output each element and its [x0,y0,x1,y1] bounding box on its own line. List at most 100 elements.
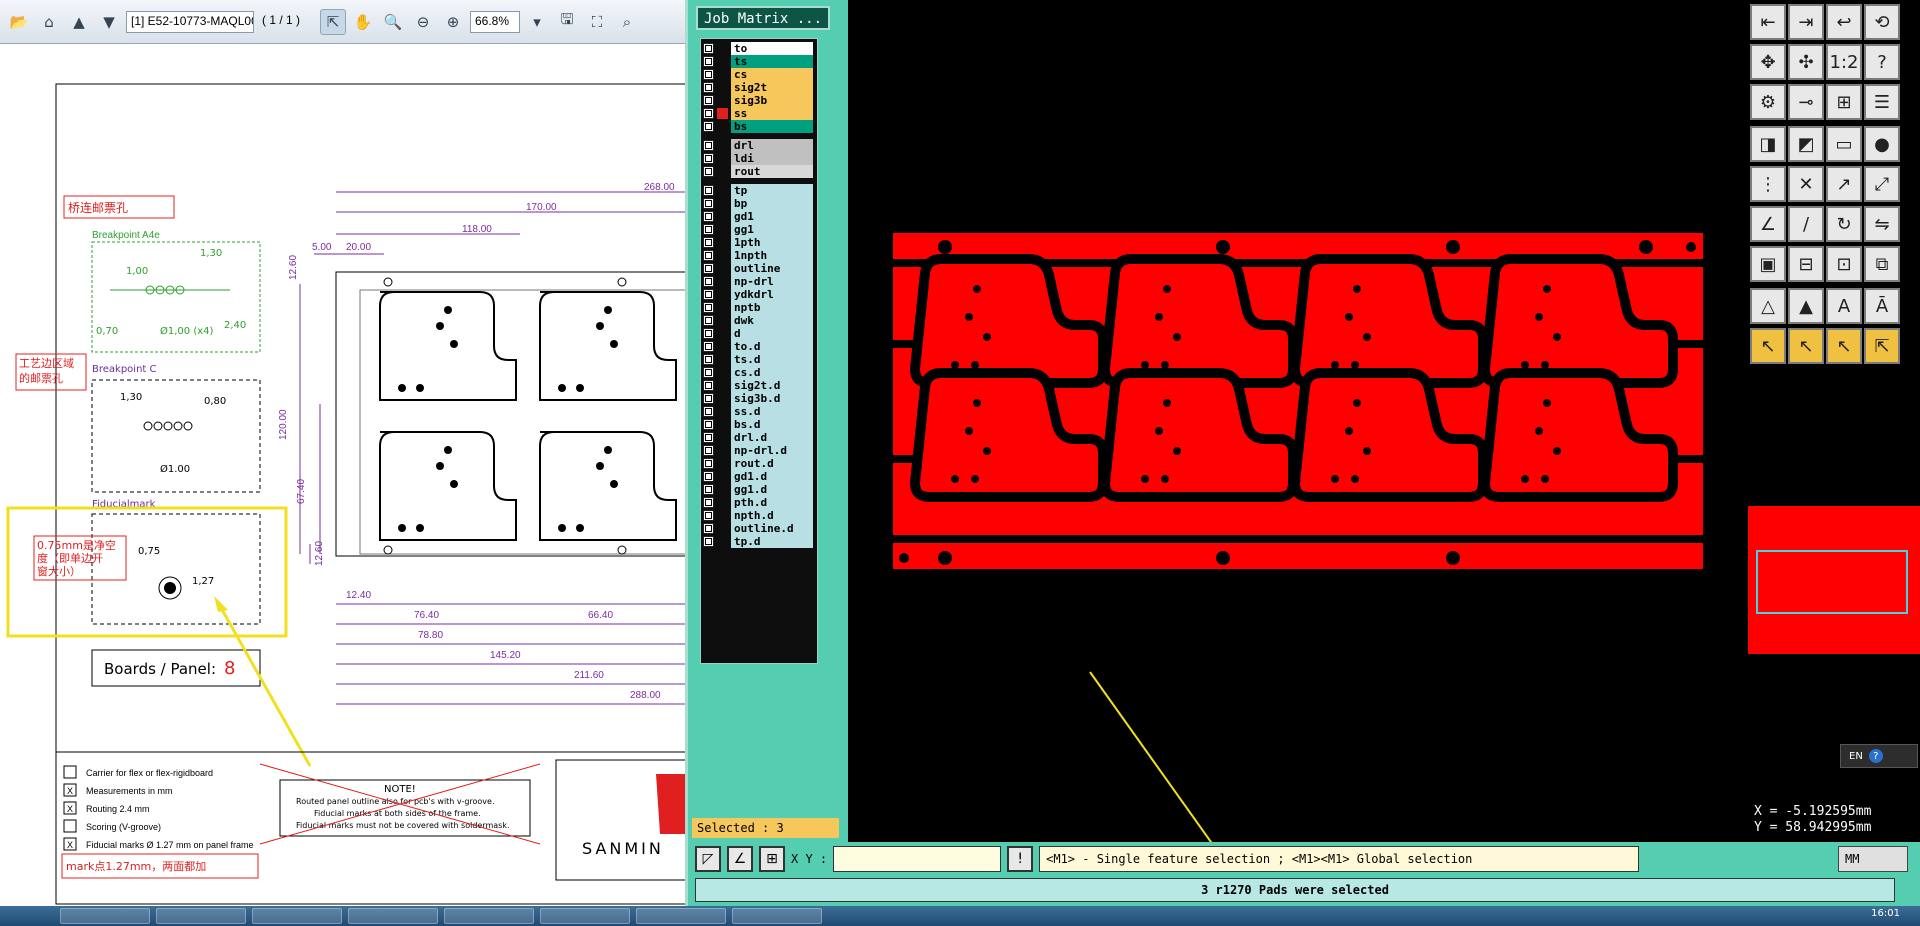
help-button[interactable]: ? [1864,44,1900,80]
pcb-unit[interactable] [1485,259,1673,383]
select-tool-icon[interactable]: ⇱ [320,9,346,35]
split-icon[interactable]: ⊟ [1788,246,1824,282]
layer-select-slot[interactable] [717,341,728,352]
layer-name[interactable]: gd1.d [731,470,813,483]
pcb-unit[interactable] [915,373,1103,497]
layer-select-slot[interactable] [717,43,728,54]
pcb-hole[interactable] [951,475,959,483]
pcb-hole[interactable] [983,333,991,341]
panel-icon[interactable]: ▣ [1750,246,1786,282]
layer-row-cs-d[interactable]: cs.d [703,365,813,379]
next-page-icon[interactable]: ▼ [96,9,122,35]
layer-checkbox[interactable] [703,393,714,404]
pcb-hole[interactable] [1163,399,1171,407]
layer-row-drl-d[interactable]: drl.d [703,430,813,444]
layer-checkbox[interactable] [703,198,714,209]
layer-checkbox[interactable] [703,276,714,287]
scale-button[interactable]: 1:2 [1826,44,1862,80]
layer-name[interactable]: tp [731,184,813,197]
zoom-field[interactable]: 66.8% [470,11,520,33]
language-indicator[interactable]: EN ? [1840,744,1918,768]
pcb-hole[interactable] [1553,333,1561,341]
layer-checkbox[interactable] [703,458,714,469]
pcb-hole[interactable] [1541,475,1549,483]
angle-icon[interactable]: ∠ [1750,206,1786,242]
layer-checkbox[interactable] [703,471,714,482]
layer-select-slot[interactable] [717,484,728,495]
pcb-hole[interactable] [1351,475,1359,483]
pcb-unit[interactable] [1105,259,1293,383]
layer-select-slot[interactable] [717,153,728,164]
pcb-hole[interactable] [1553,447,1561,455]
layer-select-slot[interactable] [717,432,728,443]
layer-row-np-drl-d[interactable]: np-drl.d [703,443,813,457]
layer-checkbox[interactable] [703,224,714,235]
pad-icon[interactable]: ● [1864,126,1900,162]
layer-row-sig2t[interactable]: sig2t [703,80,813,94]
open-icon[interactable]: 📂 [6,9,32,35]
layer-select-slot[interactable] [717,406,728,417]
layer-checkbox[interactable] [703,140,714,151]
help-circle-icon[interactable]: ? [1869,749,1883,763]
layer-name[interactable]: drl [731,139,813,152]
layer-row-sig2t-d[interactable]: sig2t.d [703,378,813,392]
layer-name[interactable]: gg1 [731,223,813,236]
layer-row-1npth[interactable]: 1npth [703,248,813,262]
layer-row-np-drl[interactable]: np-drl [703,274,813,288]
layer-name[interactable]: npth.d [731,509,813,522]
layer-checkbox[interactable] [703,166,714,177]
pcb-hole[interactable] [1141,475,1149,483]
layer-name[interactable]: d [731,327,813,340]
layer-name[interactable]: nptb [731,301,813,314]
pcb-hole[interactable] [1345,313,1353,321]
layer-checkbox[interactable] [703,153,714,164]
layer-checkbox[interactable] [703,432,714,443]
layer-select-slot[interactable] [717,69,728,80]
layer-row-bs-d[interactable]: bs.d [703,417,813,431]
copy-feature-icon[interactable]: ⤢ [1864,166,1900,202]
zoom-back-icon[interactable]: ↩ [1826,4,1862,40]
layer-name[interactable]: outline [731,262,813,275]
ruler-icon[interactable]: ▭ [1826,126,1862,162]
layer-select-slot[interactable] [717,237,728,248]
layer-select-slot[interactable] [717,56,728,67]
measure-icon[interactable]: ⚙ [1750,84,1786,120]
layer-name[interactable]: sig2t.d [731,379,813,392]
layer-checkbox[interactable] [703,523,714,534]
layer-checkbox[interactable] [703,380,714,391]
layer-row-ldi[interactable]: ldi [703,151,813,165]
matrix-snap-icon[interactable]: ⊞ [759,846,785,872]
layer-name[interactable]: cs.d [731,366,813,379]
zoom-out-icon[interactable]: ⊖ [410,9,436,35]
pcb-unit[interactable] [1295,259,1483,383]
layer-row-dwk[interactable]: dwk [703,313,813,327]
overview-map[interactable] [1748,506,1920,654]
pcb-unit[interactable] [1105,373,1293,497]
layer-checkbox[interactable] [703,263,714,274]
layer-name[interactable]: outline.d [731,522,813,535]
pcb-hole[interactable] [1155,427,1163,435]
layer-select-slot[interactable] [717,523,728,534]
pcb-hole[interactable] [1521,475,1529,483]
layer-checkbox[interactable] [703,419,714,430]
snap-icon[interactable]: ◨ [1750,126,1786,162]
layer-row-npth-d[interactable]: npth.d [703,508,813,522]
units-select[interactable]: MM [1838,846,1908,872]
pcb-hole[interactable] [965,427,973,435]
pcb-hole[interactable] [1543,399,1551,407]
layer-checkbox[interactable] [703,536,714,547]
layer-checkbox[interactable] [703,289,714,300]
pcb-hole[interactable] [1161,361,1169,369]
layer-select-slot[interactable] [717,367,728,378]
taskbar-item[interactable] [540,908,630,924]
layer-checkbox[interactable] [703,445,714,456]
layer-row-to[interactable]: to [703,41,813,55]
layer-name[interactable]: drl.d [731,431,813,444]
pcb-unit[interactable] [1295,373,1483,497]
layer-row-gg1-d[interactable]: gg1.d [703,482,813,496]
slash-icon[interactable]: / [1788,206,1824,242]
layer-row-outline[interactable]: outline [703,261,813,275]
pcb-hole[interactable] [1173,333,1181,341]
pcb-hole[interactable] [951,361,959,369]
layer-name[interactable]: ss.d [731,405,813,418]
